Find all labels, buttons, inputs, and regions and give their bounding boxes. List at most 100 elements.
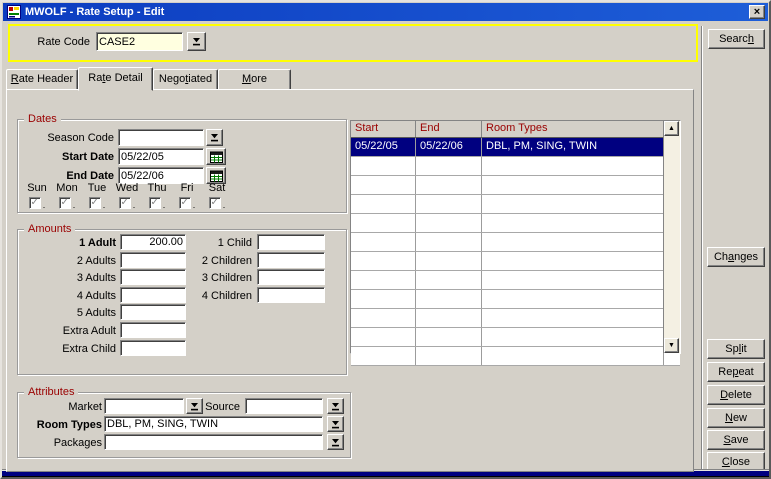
attributes-legend: Attributes (24, 385, 78, 399)
scroll-down-button[interactable]: ▼ (664, 338, 679, 353)
rate-code-lov-button[interactable] (187, 32, 206, 51)
delete-button[interactable]: Delete (707, 385, 765, 405)
day-checkbox-mon[interactable]: ✓ (59, 197, 71, 209)
grid-row-empty[interactable] (351, 347, 680, 366)
save-button[interactable]: Save (707, 430, 765, 450)
start-date-input[interactable] (118, 148, 204, 165)
changes-button[interactable]: Changes (707, 247, 765, 267)
rate-detail-tab-panel: Dates Season Code Start Date End Date Su… (6, 89, 694, 472)
grid-scrollbar[interactable]: ▲ ▼ (663, 121, 680, 353)
split-button[interactable]: Split (707, 339, 765, 359)
close-button[interactable]: × (749, 5, 765, 19)
day-checkbox-tue[interactable]: ✓ (89, 197, 101, 209)
day-checkbox-sat[interactable]: ✓ (209, 197, 221, 209)
rate-setup-window: MWOLF - Rate Setup - Edit × Rate Code Se… (0, 0, 771, 479)
lov-dropdown-icon (192, 37, 201, 46)
amount-label: 3 Children (168, 271, 252, 286)
weekday-checkboxes: Sun✓. Mon✓. Tue✓. Wed✓. Thu✓. Fri✓. Sat✓… (22, 182, 232, 209)
lov-dropdown-icon (331, 420, 340, 429)
attributes-group: Attributes Market Source Room Types Pack… (17, 392, 351, 458)
day-label: Wed (112, 182, 142, 195)
checkmark-icon: ✓ (121, 198, 129, 208)
amount-label: 5 Adults (20, 306, 116, 321)
season-code-lov-button[interactable] (206, 129, 223, 146)
checkmark-icon: ✓ (31, 198, 39, 208)
rate-code-panel: Rate Code (8, 24, 698, 62)
grid-header-row: Start End Room Types (351, 121, 680, 138)
amount-input-2-children[interactable] (257, 252, 325, 268)
new-button[interactable]: New (707, 408, 765, 428)
lov-dropdown-icon (210, 133, 219, 142)
rate-code-input[interactable] (96, 32, 183, 51)
amount-input-extra-adult[interactable] (120, 322, 186, 338)
grid-row-empty[interactable] (351, 214, 680, 233)
day-checkbox-thu[interactable]: ✓ (149, 197, 161, 209)
grid-row-selected[interactable]: 05/22/05 05/22/06 DBL, PM, SING, TWIN (351, 138, 680, 157)
amount-input-4-children[interactable] (257, 287, 325, 303)
repeat-button[interactable]: Repeat (707, 362, 765, 382)
day-label: Tue (82, 182, 112, 195)
amount-input-5-adults[interactable] (120, 304, 186, 320)
rate-code-label: Rate Code (26, 35, 90, 50)
dates-group: Dates Season Code Start Date End Date Su… (17, 119, 347, 213)
grid-header-room-types: Room Types (482, 121, 664, 137)
day-label: Thu (142, 182, 172, 195)
amount-label: 4 Children (168, 289, 252, 304)
grid-header-end: End (416, 121, 482, 137)
tab-rate-detail[interactable]: Rate Detail (78, 67, 153, 91)
rate-detail-grid: Start End Room Types 05/22/05 05/22/06 D… (350, 120, 681, 354)
checkmark-icon: ✓ (151, 198, 159, 208)
grid-row-empty[interactable] (351, 309, 680, 328)
tab-more[interactable]: More (218, 69, 291, 90)
calendar-icon (210, 151, 223, 163)
amount-input-3-children[interactable] (257, 269, 325, 285)
amounts-legend: Amounts (24, 222, 75, 236)
season-code-input[interactable] (118, 129, 204, 146)
day-checkbox-fri[interactable]: ✓ (179, 197, 191, 209)
grid-row-empty[interactable] (351, 157, 680, 176)
search-button[interactable]: Search (708, 29, 765, 49)
amount-label: 2 Adults (20, 254, 116, 269)
day-checkbox-sun[interactable]: ✓ (29, 197, 41, 209)
packages-lov-button[interactable] (327, 434, 344, 450)
tab-rate-header[interactable]: Rate Header (6, 69, 78, 90)
app-icon (7, 5, 21, 19)
amounts-group: Amounts 1 Adult 2 Adults 3 Adults 4 Adul… (17, 229, 347, 375)
room-types-lov-button[interactable] (327, 416, 344, 432)
checkmark-icon: ✓ (181, 198, 189, 208)
scroll-up-icon: ▲ (668, 125, 675, 132)
panel-divider (701, 26, 703, 470)
start-date-calendar-button[interactable] (206, 148, 226, 165)
source-lov-button[interactable] (327, 398, 344, 414)
market-label: Market (20, 400, 102, 415)
grid-row-empty[interactable] (351, 290, 680, 309)
amount-input-extra-child[interactable] (120, 340, 186, 356)
dates-legend: Dates (24, 112, 61, 126)
window-title: MWOLF - Rate Setup - Edit (25, 6, 164, 18)
lov-dropdown-icon (331, 438, 340, 447)
packages-input[interactable] (104, 434, 323, 450)
grid-row-empty[interactable] (351, 252, 680, 271)
market-input[interactable] (104, 398, 184, 414)
grid-row-empty[interactable] (351, 176, 680, 195)
grid-row-empty[interactable] (351, 195, 680, 214)
season-code-label: Season Code (20, 131, 114, 146)
source-label: Source (193, 400, 240, 415)
day-checkbox-wed[interactable]: ✓ (119, 197, 131, 209)
grid-row-empty[interactable] (351, 328, 680, 347)
amount-input-1-child[interactable] (257, 234, 325, 250)
source-input[interactable] (245, 398, 323, 414)
amount-label: Extra Adult (20, 324, 116, 339)
checkmark-icon: ✓ (211, 198, 219, 208)
scroll-up-button[interactable]: ▲ (664, 121, 679, 136)
checkmark-icon: ✓ (91, 198, 99, 208)
room-types-input[interactable] (104, 416, 323, 432)
calendar-icon (210, 170, 223, 182)
amount-label: 1 Adult (20, 236, 116, 251)
checkmark-icon: ✓ (61, 198, 69, 208)
tab-negotiated[interactable]: Negotiated (153, 69, 218, 90)
grid-row-empty[interactable] (351, 271, 680, 290)
scroll-down-icon: ▼ (668, 342, 675, 349)
grid-row-empty[interactable] (351, 233, 680, 252)
titlebar[interactable]: MWOLF - Rate Setup - Edit × (3, 3, 768, 21)
